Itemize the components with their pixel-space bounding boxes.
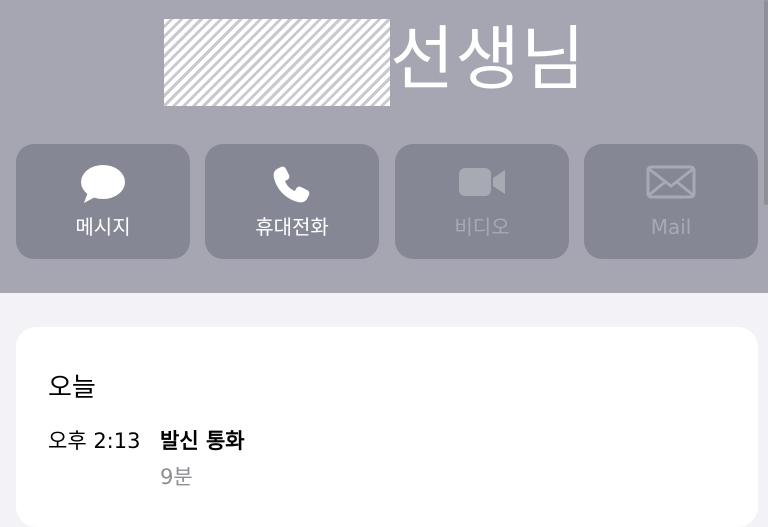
mail-envelope-icon [646, 164, 696, 204]
mobile-call-button-label: 휴대전화 [255, 215, 329, 239]
mobile-call-button[interactable]: 휴대전화 [205, 144, 379, 259]
redacted-name-block [164, 19, 390, 106]
video-call-button-label: 비디오 [454, 215, 510, 239]
mail-button-label: Mail [650, 215, 692, 239]
video-camera-icon [457, 164, 507, 204]
video-call-button[interactable]: 비디오 [395, 144, 569, 259]
contact-name: 선생님 [390, 18, 587, 100]
call-type: 발신 통화 [160, 429, 245, 453]
call-duration: 9분 [160, 465, 193, 489]
day-heading: 오늘 [48, 373, 96, 403]
contact-header: 선생님 메시지 휴대전화 비디오 Mail [0, 0, 768, 293]
scrollbar[interactable] [764, 0, 768, 205]
call-time: 오후 2:13 [48, 429, 141, 453]
phone-icon [272, 164, 312, 208]
message-bubble-icon [80, 164, 126, 208]
message-button[interactable]: 메시지 [16, 144, 190, 259]
recent-calls-card: 오늘 오후 2:13 발신 통화 9분 [16, 327, 758, 527]
message-button-label: 메시지 [75, 215, 131, 239]
mail-button[interactable]: Mail [584, 144, 758, 259]
